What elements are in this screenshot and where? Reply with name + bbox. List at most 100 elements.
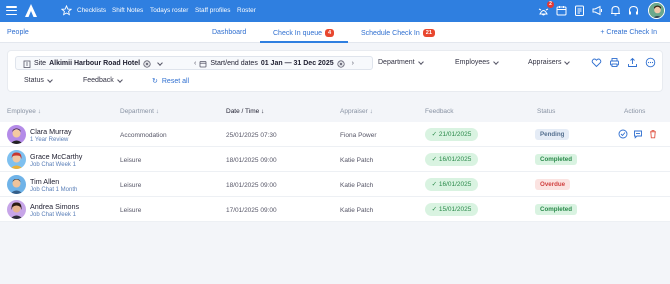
reset-icon: ↻ — [152, 78, 158, 85]
check-in-type: Job Chat Week 1 — [30, 162, 76, 168]
table-row[interactable]: Clara Murray 1 Year Review Accommodation… — [0, 122, 670, 147]
calendar-icon[interactable] — [555, 4, 568, 17]
sub-navigation: People Dashboard Check In queue 4 Schedul… — [0, 22, 670, 43]
calendar-small-icon — [199, 61, 207, 68]
check-icon: ✓ — [431, 131, 439, 138]
schedule-count-badge: 21 — [422, 29, 435, 37]
clear-date-icon[interactable] — [337, 60, 345, 68]
status-badge: Overdue — [535, 179, 571, 190]
status-badge: Completed — [535, 204, 577, 215]
site-chevron-down-icon[interactable] — [157, 60, 163, 66]
notification-icon[interactable]: 2 — [537, 1, 554, 17]
nav-checklists[interactable]: Checklists — [77, 7, 106, 14]
employees-dropdown[interactable]: Employees — [455, 58, 499, 66]
nav-staff-profiles[interactable]: Staff profiles — [195, 7, 230, 14]
tab-check-in-queue[interactable]: Check In queue 4 — [273, 29, 335, 37]
status-dropdown[interactable]: Status — [24, 76, 53, 84]
trash-icon[interactable] — [648, 129, 658, 139]
avatar — [7, 150, 26, 169]
avatar — [7, 200, 26, 219]
department-cell: Leisure — [120, 207, 142, 214]
check-circle-icon[interactable] — [618, 129, 628, 139]
department-dropdown[interactable]: Department — [378, 58, 424, 66]
chevron-down-icon — [116, 76, 123, 83]
more-icon[interactable] — [645, 57, 656, 68]
appraiser-cell: Katie Patch — [340, 157, 374, 164]
check-in-type: Job Chat Week 1 — [30, 212, 76, 218]
header-actions: Actions — [624, 108, 646, 115]
header-employee[interactable]: Employee ↓ — [7, 108, 41, 115]
tab-dashboard[interactable]: Dashboard — [212, 29, 246, 36]
department-cell: Leisure — [120, 157, 142, 164]
datetime-cell: 18/01/2025 09:00 — [226, 182, 277, 189]
check-in-type: Job Chat 1 Month — [30, 187, 78, 193]
header-department[interactable]: Department ↓ — [120, 108, 159, 115]
filter-panel: Site Alkimii Harbour Road Hotel ‹ Start/… — [7, 50, 663, 92]
building-icon — [23, 60, 31, 68]
heart-icon[interactable] — [591, 57, 602, 68]
prev-chevron-icon[interactable]: ‹ — [194, 57, 196, 71]
menu-icon[interactable] — [6, 6, 17, 15]
header-status: Status — [537, 108, 556, 115]
export-icon[interactable] — [627, 57, 638, 68]
nav-roster[interactable]: Roster — [237, 7, 256, 14]
user-avatar[interactable] — [648, 2, 665, 19]
feedback-badge[interactable]: ✓ 15/01/2025 — [425, 203, 478, 216]
chevron-down-icon — [47, 76, 53, 83]
tab-schedule-check-in[interactable]: Schedule Check In 21 — [361, 29, 435, 37]
nav-shift-notes[interactable]: Shift Notes — [112, 7, 143, 14]
employee-name[interactable]: Andrea Simons — [30, 202, 79, 211]
feedback-dropdown[interactable]: Feedback — [83, 76, 123, 84]
site-filter[interactable]: Site Alkimii Harbour Road Hotel — [23, 57, 163, 71]
department-cell: Leisure — [120, 182, 142, 189]
chat-icon[interactable] — [633, 129, 643, 139]
reset-all-button[interactable]: ↻ Reset all — [152, 77, 189, 86]
table-row[interactable]: Tim Allen Job Chat 1 Month Leisure 18/01… — [0, 172, 670, 197]
clear-site-icon[interactable] — [143, 60, 151, 68]
check-icon: ✓ — [431, 156, 439, 163]
chevron-down-icon — [492, 58, 499, 65]
queue-count-badge: 4 — [325, 29, 335, 37]
avatar — [7, 175, 26, 194]
people-link[interactable]: People — [7, 29, 29, 36]
notification-count-badge: 2 — [547, 1, 554, 8]
feedback-badge[interactable]: ✓ 21/01/2025 — [425, 128, 478, 141]
appraisers-dropdown[interactable]: Appraisers — [528, 58, 571, 66]
appraiser-cell: Fiona Power — [340, 132, 377, 139]
employee-name[interactable]: Tim Allen — [30, 177, 59, 186]
active-tab-indicator — [260, 41, 348, 43]
next-chevron-icon[interactable]: › — [352, 57, 354, 71]
tasks-icon[interactable] — [573, 4, 586, 17]
header-appraiser[interactable]: Appraiser ↓ — [340, 108, 373, 115]
logo-icon[interactable] — [23, 3, 39, 19]
top-navigation-bar: Checklists Shift Notes Todays roster Sta… — [0, 0, 670, 22]
create-check-in-button[interactable]: + Create Check In — [600, 29, 657, 36]
header-date-time[interactable]: Date / Time ↓ — [226, 108, 264, 115]
help-icon[interactable] — [627, 4, 640, 17]
department-cell: Accommodation — [120, 132, 167, 139]
top-icons: 2 — [537, 1, 640, 17]
employee-name[interactable]: Clara Murray — [30, 127, 72, 136]
datetime-cell: 18/01/2025 09:00 — [226, 157, 277, 164]
row-actions — [618, 129, 658, 139]
print-icon[interactable] — [609, 57, 620, 68]
datetime-cell: 17/01/2025 09:00 — [226, 207, 277, 214]
table-row[interactable]: Andrea Simons Job Chat Week 1 Leisure 17… — [0, 197, 670, 222]
feedback-badge[interactable]: ✓ 16/01/2025 — [425, 178, 478, 191]
filter-actions — [591, 57, 656, 68]
nav-todays-roster[interactable]: Todays roster — [150, 7, 188, 14]
appraiser-cell: Katie Patch — [340, 207, 374, 214]
bell-icon[interactable] — [609, 4, 622, 17]
date-filter[interactable]: ‹ Start/end dates 01 Jan — 31 Dec 2025 › — [194, 57, 354, 71]
status-badge: Pending — [535, 129, 570, 140]
megaphone-icon[interactable] — [591, 4, 604, 17]
appraiser-cell: Katie Patch — [340, 182, 374, 189]
star-icon[interactable] — [61, 5, 72, 16]
header-feedback: Feedback — [425, 108, 454, 115]
employee-name[interactable]: Grace McCarthy — [30, 152, 82, 161]
check-icon: ✓ — [431, 206, 439, 213]
chevron-down-icon — [564, 58, 571, 65]
table-row[interactable]: Grace McCarthy Job Chat Week 1 Leisure 1… — [0, 147, 670, 172]
feedback-badge[interactable]: ✓ 16/01/2025 — [425, 153, 478, 166]
check-in-type: 1 Year Review — [30, 137, 69, 143]
